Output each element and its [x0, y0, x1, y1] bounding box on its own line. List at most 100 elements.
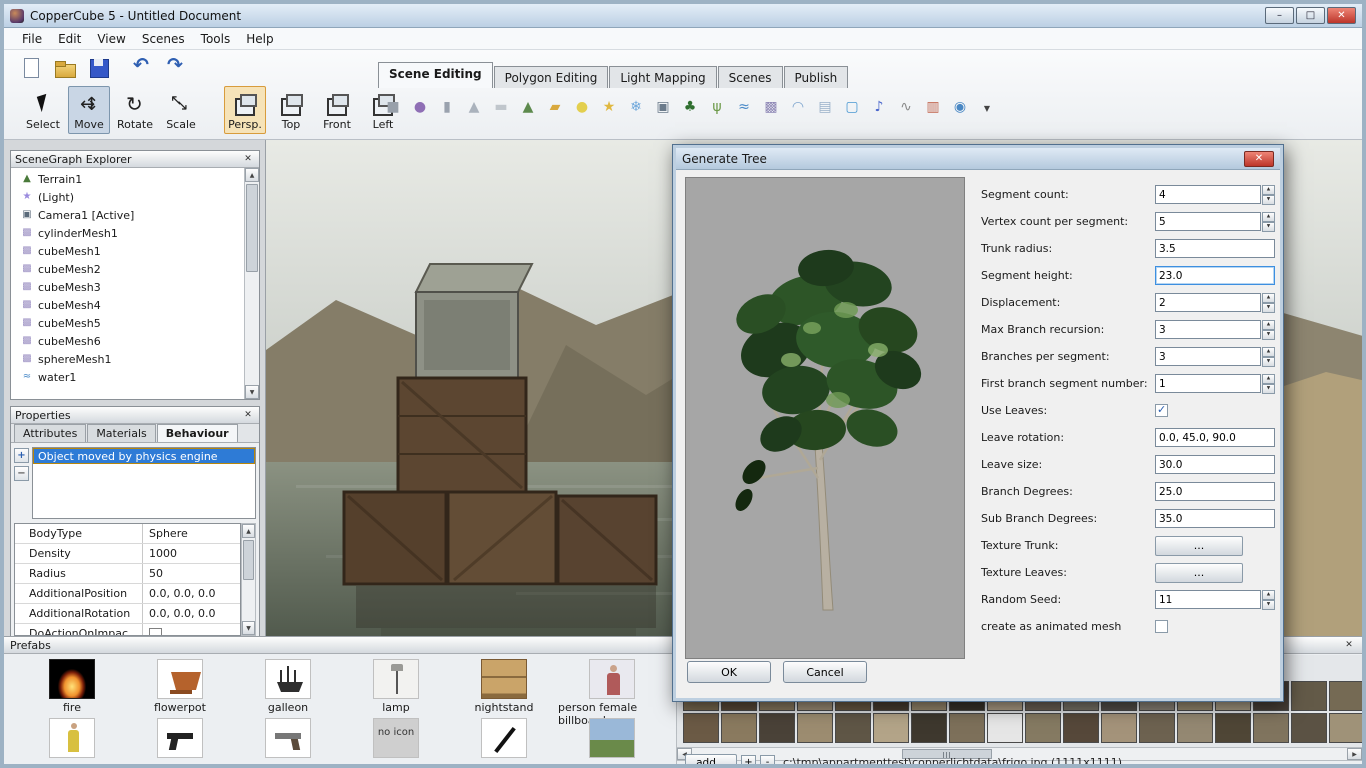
skydome-icon[interactable] — [789, 98, 807, 116]
scene-node[interactable]: (Light) — [11, 188, 244, 206]
particles-icon[interactable] — [627, 98, 645, 116]
scene-node[interactable]: cubeMesh6 — [11, 332, 244, 350]
prefab-item[interactable] — [234, 714, 342, 764]
spinner-down-icon[interactable] — [1262, 600, 1275, 610]
mode-button[interactable]: Select — [22, 86, 64, 134]
param-input[interactable] — [1155, 239, 1275, 258]
texture-thumbnail[interactable] — [797, 713, 833, 743]
spinner-buttons[interactable] — [1262, 374, 1275, 393]
billboard-icon[interactable] — [816, 98, 834, 116]
mode-button[interactable]: Move — [68, 86, 110, 134]
prefab-item[interactable] — [126, 714, 234, 764]
property-row[interactable]: BodyType Sphere — [15, 524, 240, 544]
undo-icon[interactable] — [132, 57, 154, 79]
properties-scrollbar[interactable] — [241, 523, 256, 636]
cone-icon[interactable] — [465, 98, 483, 116]
scroll-thumb[interactable] — [246, 184, 258, 272]
sound-icon[interactable] — [870, 98, 888, 116]
texture-thumbnail[interactable] — [1025, 713, 1061, 743]
prefab-item[interactable] — [18, 714, 126, 764]
scene-node[interactable]: cubeMesh3 — [11, 278, 244, 296]
prefab-item[interactable]: no icon — [342, 714, 450, 764]
cylinder-icon[interactable] — [438, 98, 456, 116]
scroll-up-icon[interactable] — [245, 168, 259, 182]
param-input[interactable] — [1155, 428, 1275, 447]
spinner-down-icon[interactable] — [1262, 384, 1275, 394]
close-button[interactable] — [1327, 7, 1356, 24]
2d-overlay-icon[interactable] — [924, 98, 942, 116]
property-row[interactable]: DoActionOnImpac — [15, 624, 240, 636]
panel-close-icon[interactable] — [1342, 639, 1356, 651]
scene-node[interactable]: cubeMesh1 — [11, 242, 244, 260]
grass-icon[interactable] — [708, 98, 726, 116]
spinner-down-icon[interactable] — [1262, 357, 1275, 367]
menu-item[interactable]: View — [89, 29, 133, 49]
prefab-item[interactable]: person female billboard — [558, 655, 666, 714]
mode-button[interactable]: Rotate — [114, 86, 156, 134]
spinner-buttons[interactable] — [1262, 293, 1275, 312]
property-value[interactable]: 0.0, 0.0, 0.0 — [143, 584, 240, 603]
mode-button[interactable]: Scale — [160, 86, 202, 134]
zoom-in-button[interactable]: + — [741, 755, 756, 768]
selected-behaviour[interactable]: Object moved by physics engine — [33, 448, 255, 464]
save-icon[interactable] — [88, 57, 110, 79]
dropdown-arrow-icon[interactable] — [978, 98, 996, 116]
texture-thumbnail[interactable] — [835, 713, 871, 743]
spinner-up-icon[interactable] — [1262, 590, 1275, 600]
properties-tab[interactable]: Materials — [87, 424, 155, 442]
prefab-item[interactable] — [558, 714, 666, 764]
scroll-up-icon[interactable] — [242, 524, 255, 538]
scene-node[interactable]: sphereMesh1 — [11, 350, 244, 368]
scroll-right-icon[interactable] — [1347, 748, 1362, 760]
texture-thumbnail[interactable] — [721, 713, 757, 743]
property-row[interactable]: AdditionalRotation 0.0, 0.0, 0.0 — [15, 604, 240, 624]
view-button[interactable]: Persp. — [224, 86, 266, 134]
path-icon[interactable] — [897, 98, 915, 116]
remove-behaviour-button[interactable] — [14, 466, 29, 481]
add-behaviour-button[interactable] — [14, 448, 29, 463]
menu-item[interactable]: Help — [238, 29, 281, 49]
plane-icon[interactable] — [492, 98, 510, 116]
texture-thumbnail[interactable] — [873, 713, 909, 743]
prefab-item[interactable]: galleon — [234, 655, 342, 714]
property-value[interactable]: 1000 — [143, 544, 240, 563]
camera-icon[interactable] — [654, 98, 672, 116]
scene-node[interactable]: Camera1 [Active] — [11, 206, 244, 224]
property-value[interactable]: 50 — [143, 564, 240, 583]
tab[interactable]: Publish — [784, 66, 849, 88]
view-button[interactable]: Front — [316, 86, 358, 134]
mesh-icon[interactable] — [762, 98, 780, 116]
properties-tab[interactable]: Attributes — [14, 424, 86, 442]
spinner-up-icon[interactable] — [1262, 293, 1275, 303]
panel-close-icon[interactable] — [241, 153, 255, 165]
texture-thumbnail[interactable] — [1291, 713, 1327, 743]
new-document-icon[interactable] — [20, 57, 42, 79]
param-input[interactable] — [1155, 293, 1261, 312]
globe-icon[interactable] — [951, 98, 969, 116]
prefab-item[interactable] — [450, 714, 558, 764]
texture-thumbnail[interactable] — [1253, 713, 1289, 743]
spinner-down-icon[interactable] — [1262, 222, 1275, 232]
menu-item[interactable]: Scenes — [134, 29, 193, 49]
zoom-out-button[interactable]: - — [760, 755, 775, 768]
spinner-buttons[interactable] — [1262, 320, 1275, 339]
scenegraph-scrollbar[interactable] — [244, 168, 259, 399]
param-input[interactable] — [1155, 455, 1275, 474]
prefab-item[interactable]: nightstand — [450, 655, 558, 714]
texture-thumbnail[interactable] — [1139, 713, 1175, 743]
tab[interactable]: Light Mapping — [609, 66, 716, 88]
terrain-icon[interactable] — [519, 98, 537, 116]
prefab-item[interactable]: flowerpot — [126, 655, 234, 714]
texture-thumbnail[interactable] — [987, 713, 1023, 743]
menu-item[interactable]: Tools — [193, 29, 239, 49]
texture-browse-button[interactable]: ... — [1155, 563, 1243, 583]
tree-icon[interactable] — [681, 98, 699, 116]
water-icon[interactable] — [735, 98, 753, 116]
properties-tab[interactable]: Behaviour — [157, 424, 238, 442]
spinner-down-icon[interactable] — [1262, 330, 1275, 340]
spinner-down-icon[interactable] — [1262, 303, 1275, 313]
add-texture-button[interactable]: add... — [685, 754, 737, 768]
texture-thumbnail[interactable] — [1291, 681, 1327, 711]
scroll-down-icon[interactable] — [242, 621, 255, 635]
spinner-up-icon[interactable] — [1262, 374, 1275, 384]
